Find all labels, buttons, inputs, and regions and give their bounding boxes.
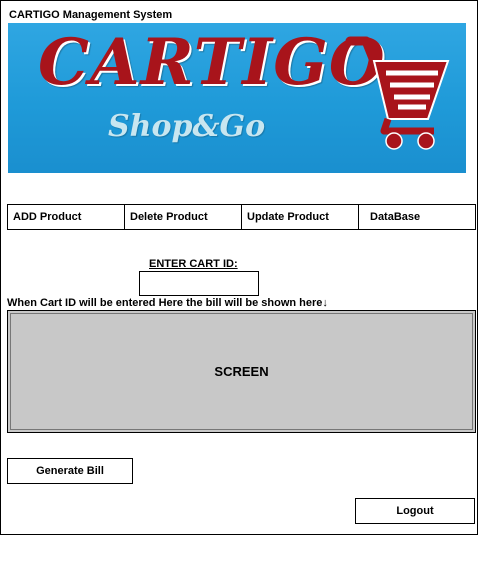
menu-bar: ADD Product Delete Product Update Produc…	[7, 204, 476, 230]
tab-update-product[interactable]: Update Product	[242, 205, 359, 229]
tab-add-product[interactable]: ADD Product	[8, 205, 125, 229]
shopping-cart-icon	[345, 36, 450, 150]
cart-id-input[interactable]	[139, 271, 259, 296]
brand-tagline: Shop&Go	[108, 109, 266, 144]
cart-id-label: ENTER CART ID:	[149, 258, 238, 270]
tab-database[interactable]: DataBase	[359, 205, 475, 229]
bill-hint-text: When Cart ID will be entered Here the bi…	[7, 297, 328, 309]
logout-button[interactable]: Logout	[355, 498, 475, 524]
generate-bill-button[interactable]: Generate Bill	[7, 458, 133, 484]
brand-banner: CARTIGO Shop&Go	[8, 23, 466, 173]
brand-logo-text: CARTIGO	[38, 25, 386, 100]
tab-delete-product[interactable]: Delete Product	[125, 205, 242, 229]
window-title: CARTIGO Management System	[9, 9, 173, 21]
bill-screen: SCREEN	[7, 310, 476, 433]
screen-label: SCREEN	[214, 364, 269, 379]
main-window: CARTIGO Management System CARTIGO Shop&G…	[0, 0, 478, 535]
